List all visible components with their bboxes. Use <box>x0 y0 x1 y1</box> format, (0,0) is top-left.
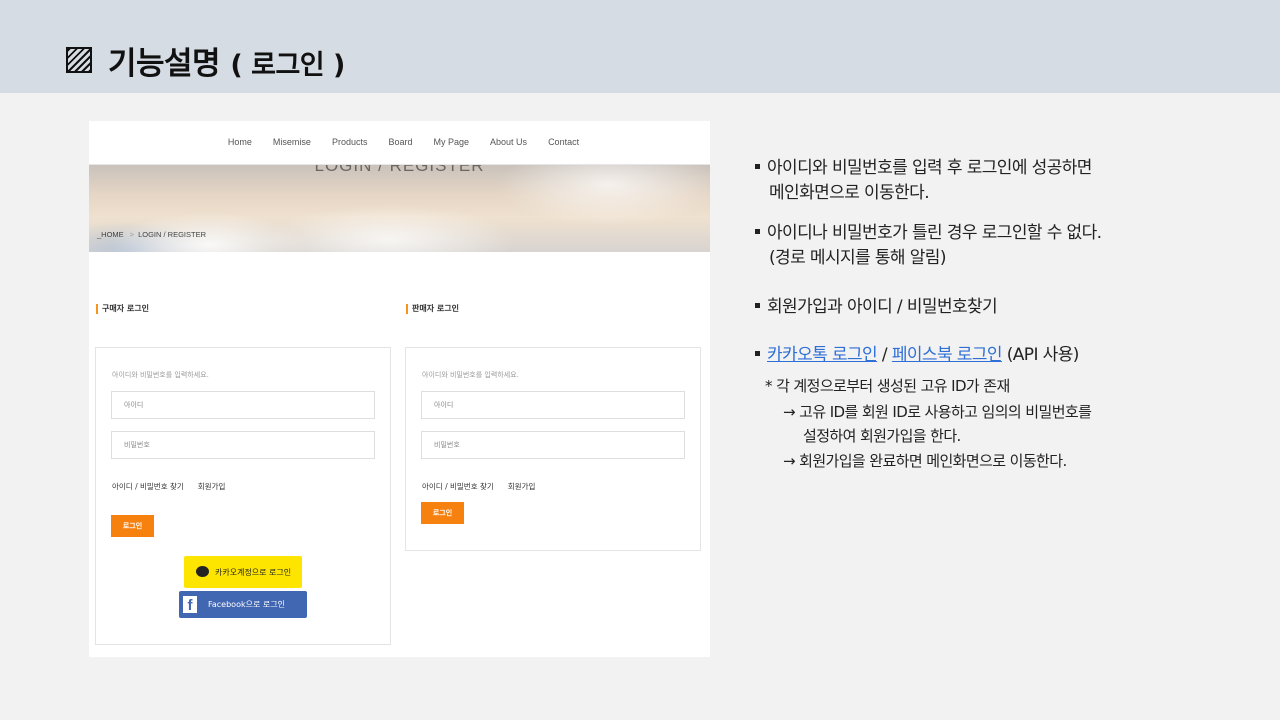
buyer-register-link[interactable]: 회원가입 <box>198 482 226 491</box>
facebook-login-link[interactable]: 페이스북 로그인 <box>892 345 1003 365</box>
buyer-login-button[interactable]: 로그인 <box>111 515 154 537</box>
buyer-find-account-link[interactable]: 아이디 / 비밀번호 찾기 <box>112 482 184 491</box>
kakao-login-button[interactable]: 카카오계정으로 로그인 <box>184 556 302 588</box>
slide-title-main: 기능설명 <box>108 46 221 82</box>
seller-password-input[interactable]: 비밀번호 <box>421 431 685 459</box>
nav-board[interactable]: Board <box>388 137 412 164</box>
facebook-login-button[interactable]: f Facebook으로 로그인 <box>179 591 307 618</box>
seller-login-label: 판매자 로그인 <box>406 304 459 314</box>
bullet-register-find: 회원가입과 아이디 / 비밀번호찾기 <box>755 295 998 320</box>
nav-misemise[interactable]: Misemise <box>273 137 311 164</box>
bullet-login-failure: 아이디나 비밀번호가 틀린 경우 로그인할 수 없다. (경로 메시지를 통해 … <box>755 221 1102 271</box>
login-page-screenshot: Home Misemise Products Board My Page Abo… <box>89 121 710 657</box>
breadcrumb-separator: > <box>129 230 135 239</box>
buyer-id-input[interactable]: 아이디 <box>111 391 375 419</box>
note-unique-id: * 각 계정으로부터 생성된 고유 ID가 존재 <box>765 377 1010 395</box>
facebook-icon: f <box>183 596 197 614</box>
seller-find-account-link[interactable]: 아이디 / 비밀번호 찾기 <box>422 482 494 491</box>
bullet-square-icon <box>755 302 760 308</box>
breadcrumb-home[interactable]: _HOME <box>97 230 124 239</box>
nav-products[interactable]: Products <box>332 137 368 164</box>
breadcrumb: _HOME > LOGIN / REGISTER <box>97 230 206 239</box>
site-nav: Home Misemise Products Board My Page Abo… <box>89 121 710 165</box>
bullet-square-icon <box>755 228 760 234</box>
bullet-login-success: 아이디와 비밀번호를 입력 후 로그인에 성공하면 메인화면으로 이동한다. <box>755 156 1092 206</box>
note-use-id: → 고유 ID를 회원 ID로 사용하고 임의의 비밀번호를 설정하여 회원가입… <box>783 403 1092 445</box>
seller-login-box: 아이디와 비밀번호를 입력하세요. 아이디 비밀번호 아이디 / 비밀번호 찾기… <box>405 347 701 551</box>
buyer-login-label: 구매자 로그인 <box>96 304 149 314</box>
buyer-links: 아이디 / 비밀번호 찾기 회원가입 <box>112 481 225 492</box>
kakao-login-label: 카카오계정으로 로그인 <box>215 568 292 577</box>
note-redirect: → 회원가입을 완료하면 메인화면으로 이동한다. <box>783 452 1067 470</box>
bullet-social-login: 카카오톡 로그인 / 페이스북 로그인 (API 사용) <box>755 343 1079 368</box>
hatched-square-icon <box>66 47 92 73</box>
bullet-square-icon <box>755 350 760 356</box>
slide-title-sub: ( 로그인 ) <box>230 50 345 81</box>
seller-login-button[interactable]: 로그인 <box>421 502 464 524</box>
nav-my-page[interactable]: My Page <box>434 137 470 164</box>
bullet-square-icon <box>755 163 760 169</box>
seller-id-input[interactable]: 아이디 <box>421 391 685 419</box>
banner-title: LOGIN / REGISTER <box>314 165 485 175</box>
buyer-login-hint: 아이디와 비밀번호를 입력하세요. <box>112 371 209 379</box>
nav-home[interactable]: Home <box>228 137 252 164</box>
breadcrumb-current: LOGIN / REGISTER <box>138 230 206 239</box>
nav-contact[interactable]: Contact <box>548 137 579 164</box>
kakao-login-link[interactable]: 카카오톡 로그인 <box>767 345 878 365</box>
seller-register-link[interactable]: 회원가입 <box>508 482 536 491</box>
buyer-password-input[interactable]: 비밀번호 <box>111 431 375 459</box>
nav-about-us[interactable]: About Us <box>490 137 527 164</box>
seller-login-hint: 아이디와 비밀번호를 입력하세요. <box>422 371 519 379</box>
kakao-bubble-icon <box>196 566 209 577</box>
slide-title: 기능설명 ( 로그인 ) <box>108 38 345 83</box>
facebook-login-label: Facebook으로 로그인 <box>208 600 285 609</box>
page-banner: LOGIN / REGISTER _HOME > LOGIN / REGISTER <box>89 165 710 252</box>
seller-links: 아이디 / 비밀번호 찾기 회원가입 <box>422 481 535 492</box>
